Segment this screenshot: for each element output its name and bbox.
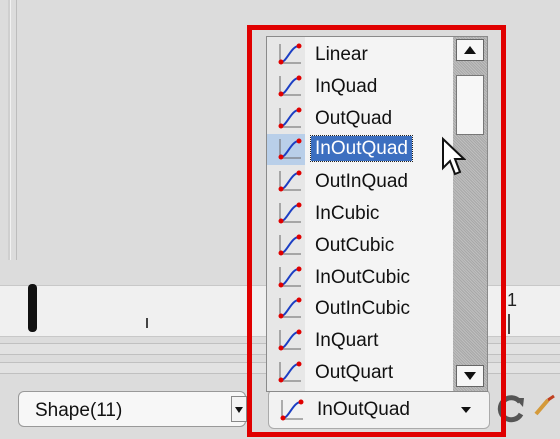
shape-select-arrow[interactable] — [231, 396, 247, 422]
mouse-cursor-icon — [442, 136, 466, 176]
panel-divider-inner — [16, 0, 17, 260]
highlight-annotation — [247, 25, 506, 437]
shape-select-value: Shape(11) — [35, 400, 123, 421]
timeline-start-handle[interactable] — [28, 284, 37, 332]
shape-select[interactable]: Shape(11) — [18, 391, 247, 427]
ruler-label: 1 — [507, 290, 518, 310]
panel-divider — [8, 0, 11, 260]
ruler-tick — [146, 318, 148, 328]
brush-icon[interactable] — [530, 394, 560, 420]
ruler-tick-major — [508, 314, 510, 334]
